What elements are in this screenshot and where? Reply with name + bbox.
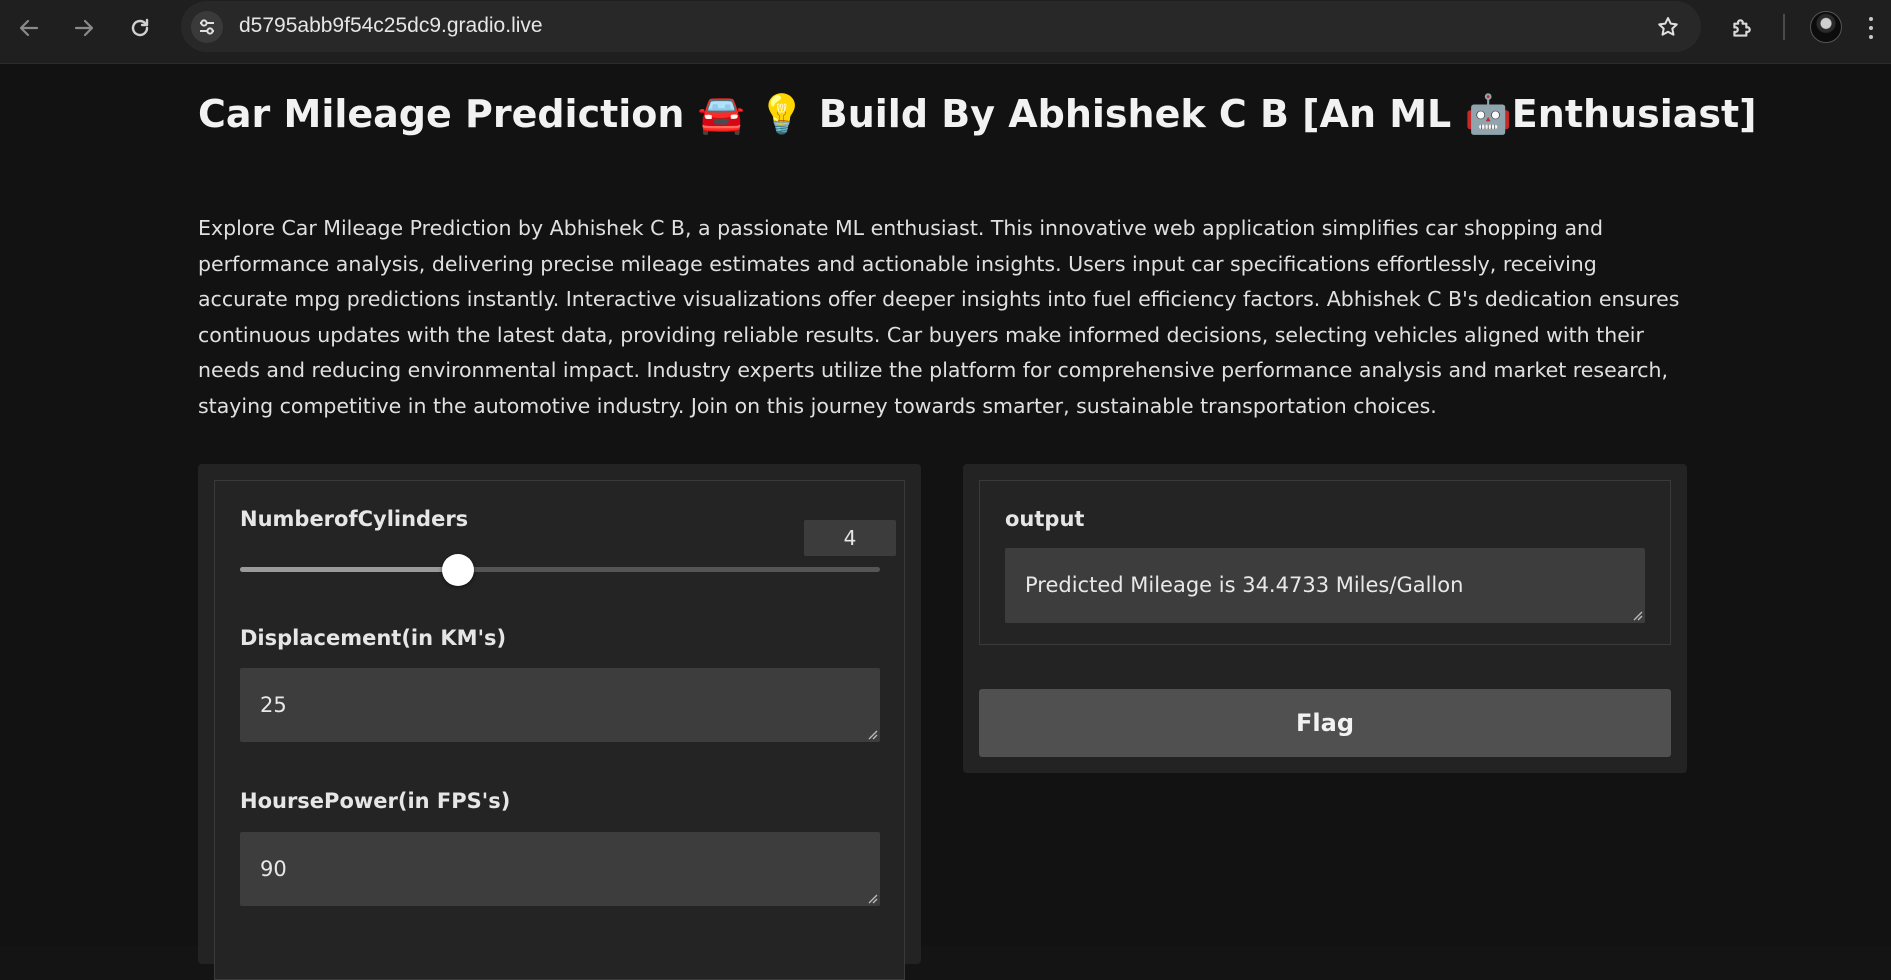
inputs-panel: NumberofCylinders 4 Displacement(in KM's… <box>198 464 921 980</box>
resize-handle-icon[interactable] <box>1631 609 1643 621</box>
output-label: output <box>1005 507 1085 531</box>
cylinders-number-input[interactable]: 4 <box>804 520 896 556</box>
arrow-right-icon <box>74 19 94 37</box>
bookmark-button[interactable] <box>1653 12 1683 42</box>
browser-toolbar: d5795abb9f54c25dc9.gradio.live <box>0 0 1891 64</box>
slider-thumb[interactable] <box>441 554 474 586</box>
app-page: Car Mileage Prediction 🚘 💡 Build By Abhi… <box>0 64 1891 980</box>
toolbar-divider <box>1783 14 1785 40</box>
url-text[interactable]: d5795abb9f54c25dc9.gradio.live <box>239 14 543 38</box>
output-value: Predicted Mileage is 34.4733 Miles/Gallo… <box>1025 573 1464 597</box>
arrow-left-icon <box>19 19 39 37</box>
page-description: Explore Car Mileage Prediction by Abhish… <box>198 216 1680 418</box>
outputs-panel: output Predicted Mileage is 34.4733 Mile… <box>963 464 1687 773</box>
output-textbox[interactable]: Predicted Mileage is 34.4733 Miles/Gallo… <box>1005 548 1645 623</box>
inputs-card: NumberofCylinders 4 Displacement(in KM's… <box>214 480 905 980</box>
slider-fill <box>240 567 458 572</box>
resize-handle-icon[interactable] <box>866 728 878 740</box>
puzzle-icon <box>1733 19 1751 37</box>
displacement-value: 25 <box>260 693 287 717</box>
star-icon <box>1658 17 1678 36</box>
cylinders-slider[interactable] <box>240 554 880 586</box>
site-info-button[interactable] <box>191 11 223 43</box>
resize-handle-icon[interactable] <box>866 892 878 904</box>
displacement-field[interactable]: 25 <box>240 668 880 742</box>
flag-button[interactable]: Flag <box>979 689 1671 757</box>
reload-button[interactable] <box>120 8 160 48</box>
output-card: output Predicted Mileage is 34.4733 Mile… <box>979 480 1671 645</box>
page-title: Car Mileage Prediction 🚘 💡 Build By Abhi… <box>198 92 1757 136</box>
kebab-menu-icon[interactable] <box>1866 14 1876 42</box>
reload-icon <box>131 18 149 37</box>
profile-avatar[interactable] <box>1810 11 1842 43</box>
address-bar[interactable]: d5795abb9f54c25dc9.gradio.live <box>181 1 1701 52</box>
horsepower-field[interactable]: 90 <box>240 832 880 906</box>
horsepower-value: 90 <box>260 857 287 881</box>
extensions-button[interactable] <box>1724 10 1760 46</box>
tune-icon <box>200 19 214 35</box>
displacement-label: Displacement(in KM's) <box>240 626 507 650</box>
cylinders-label: NumberofCylinders <box>240 507 469 531</box>
horsepower-label: HoursePower(in FPS's) <box>240 789 511 813</box>
forward-button[interactable] <box>64 8 104 48</box>
back-button[interactable] <box>9 8 49 48</box>
